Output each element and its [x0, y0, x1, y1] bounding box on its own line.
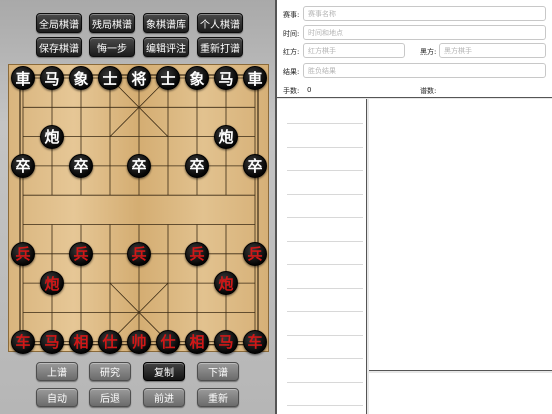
red-piece[interactable]: 兵 — [11, 241, 35, 266]
black-piece[interactable]: 卒 — [243, 153, 267, 178]
move-list-line — [287, 264, 363, 265]
board-grid — [19, 74, 259, 346]
personal-record-button[interactable]: 个人棋谱 — [197, 13, 243, 33]
black-piece[interactable]: 炮 — [40, 124, 64, 149]
red-piece[interactable]: 帅 — [127, 329, 151, 354]
back-button[interactable]: 后退 — [89, 388, 131, 407]
black-piece[interactable]: 卒 — [127, 153, 151, 178]
red-piece[interactable]: 兵 — [243, 241, 267, 266]
left-panel: 全局棋谱 残局棋谱 象棋谱库 个人棋谱 保存棋谱 悔一步 编辑评注 重新打谱 車… — [0, 0, 275, 414]
forward-button[interactable]: 前进 — [143, 388, 185, 407]
copy-button[interactable]: 复制 — [143, 362, 185, 381]
game-info-panel: 赛事: 赛事名称 时间: 时间和地点 红方: 红方棋手 黑方: 黑方棋手 结果:… — [277, 0, 552, 98]
black-piece[interactable]: 马 — [40, 66, 64, 90]
right-panel: 赛事: 赛事名称 时间: 时间和地点 红方: 红方棋手 黑方: 黑方棋手 结果:… — [277, 0, 552, 414]
red-piece[interactable]: 马 — [40, 329, 64, 354]
comment-input-area[interactable] — [369, 373, 552, 414]
chess-board[interactable]: 車马象士将士象马車炮炮卒卒卒卒卒兵兵兵兵兵炮炮车马相仕帅仕相马车 — [8, 64, 269, 354]
move-list-line — [287, 193, 363, 195]
reset-button[interactable]: 重新 — [197, 388, 239, 407]
black-piece[interactable]: 将 — [127, 66, 151, 90]
undo-move-button[interactable]: 悔一步 — [89, 37, 135, 57]
black-piece[interactable]: 車 — [243, 66, 267, 90]
event-field[interactable]: 赛事名称 — [303, 6, 546, 21]
auto-play-button[interactable]: 自动 — [36, 388, 78, 407]
black-piece[interactable]: 車 — [11, 66, 35, 90]
move-list[interactable] — [277, 99, 367, 414]
move-list-line — [287, 405, 363, 406]
move-list-line — [287, 358, 363, 359]
black-piece[interactable]: 卒 — [11, 153, 35, 178]
red-piece[interactable]: 相 — [69, 329, 93, 354]
full-game-record-button[interactable]: 全局棋谱 — [36, 13, 82, 33]
time-label: 时间: — [283, 30, 300, 38]
red-piece[interactable]: 相 — [185, 329, 209, 354]
move-list-line — [287, 381, 363, 383]
red-player-field[interactable]: 红方棋手 — [303, 43, 405, 58]
record-count-label: 谱数: — [420, 87, 437, 95]
red-piece[interactable]: 车 — [243, 329, 267, 354]
black-player-field[interactable]: 黑方棋手 — [439, 43, 546, 58]
edit-comment-button[interactable]: 编辑评注 — [143, 37, 189, 57]
black-piece[interactable]: 马 — [214, 66, 238, 90]
black-piece[interactable]: 象 — [69, 66, 93, 90]
study-button[interactable]: 研究 — [89, 362, 131, 381]
red-piece[interactable]: 车 — [11, 329, 35, 354]
next-record-button[interactable]: 下谱 — [197, 362, 239, 381]
move-list-line — [287, 146, 363, 148]
previous-record-button[interactable]: 上谱 — [36, 362, 78, 381]
event-label: 赛事: — [283, 11, 300, 19]
red-piece[interactable]: 兵 — [127, 241, 151, 266]
move-list-line — [287, 334, 363, 336]
black-piece[interactable]: 卒 — [185, 153, 209, 178]
move-list-line — [287, 123, 363, 124]
time-field[interactable]: 时间和地点 — [303, 25, 546, 40]
black-piece[interactable]: 卒 — [69, 153, 93, 178]
red-piece[interactable]: 仕 — [156, 329, 180, 354]
replay-record-button[interactable]: 重新打谱 — [197, 37, 243, 57]
move-list-line — [287, 240, 363, 242]
black-piece[interactable]: 士 — [156, 66, 180, 90]
move-list-line — [287, 170, 363, 171]
red-piece[interactable]: 兵 — [69, 241, 93, 266]
black-piece[interactable]: 象 — [185, 66, 209, 90]
black-piece[interactable]: 炮 — [214, 124, 238, 149]
result-field[interactable]: 胜负结果 — [303, 63, 546, 78]
red-piece[interactable]: 炮 — [214, 271, 238, 296]
black-piece[interactable]: 士 — [98, 66, 122, 90]
black-player-label: 黑方: — [420, 48, 437, 56]
red-piece[interactable]: 兵 — [185, 241, 209, 266]
move-count-label: 手数: — [283, 87, 300, 95]
result-label: 结果: — [283, 68, 300, 76]
endgame-record-button[interactable]: 残局棋谱 — [89, 13, 135, 33]
move-count-value: 0 — [307, 86, 312, 94]
red-piece[interactable]: 炮 — [40, 271, 64, 296]
move-list-line — [287, 217, 363, 218]
save-record-button[interactable]: 保存棋谱 — [36, 37, 82, 57]
chess-library-button[interactable]: 象棋谱库 — [143, 13, 189, 33]
comment-area[interactable] — [369, 99, 552, 371]
red-piece[interactable]: 马 — [214, 329, 238, 354]
move-list-line — [287, 311, 363, 312]
red-player-label: 红方: — [283, 48, 300, 56]
move-list-line — [287, 287, 363, 289]
red-piece[interactable]: 仕 — [98, 329, 122, 354]
